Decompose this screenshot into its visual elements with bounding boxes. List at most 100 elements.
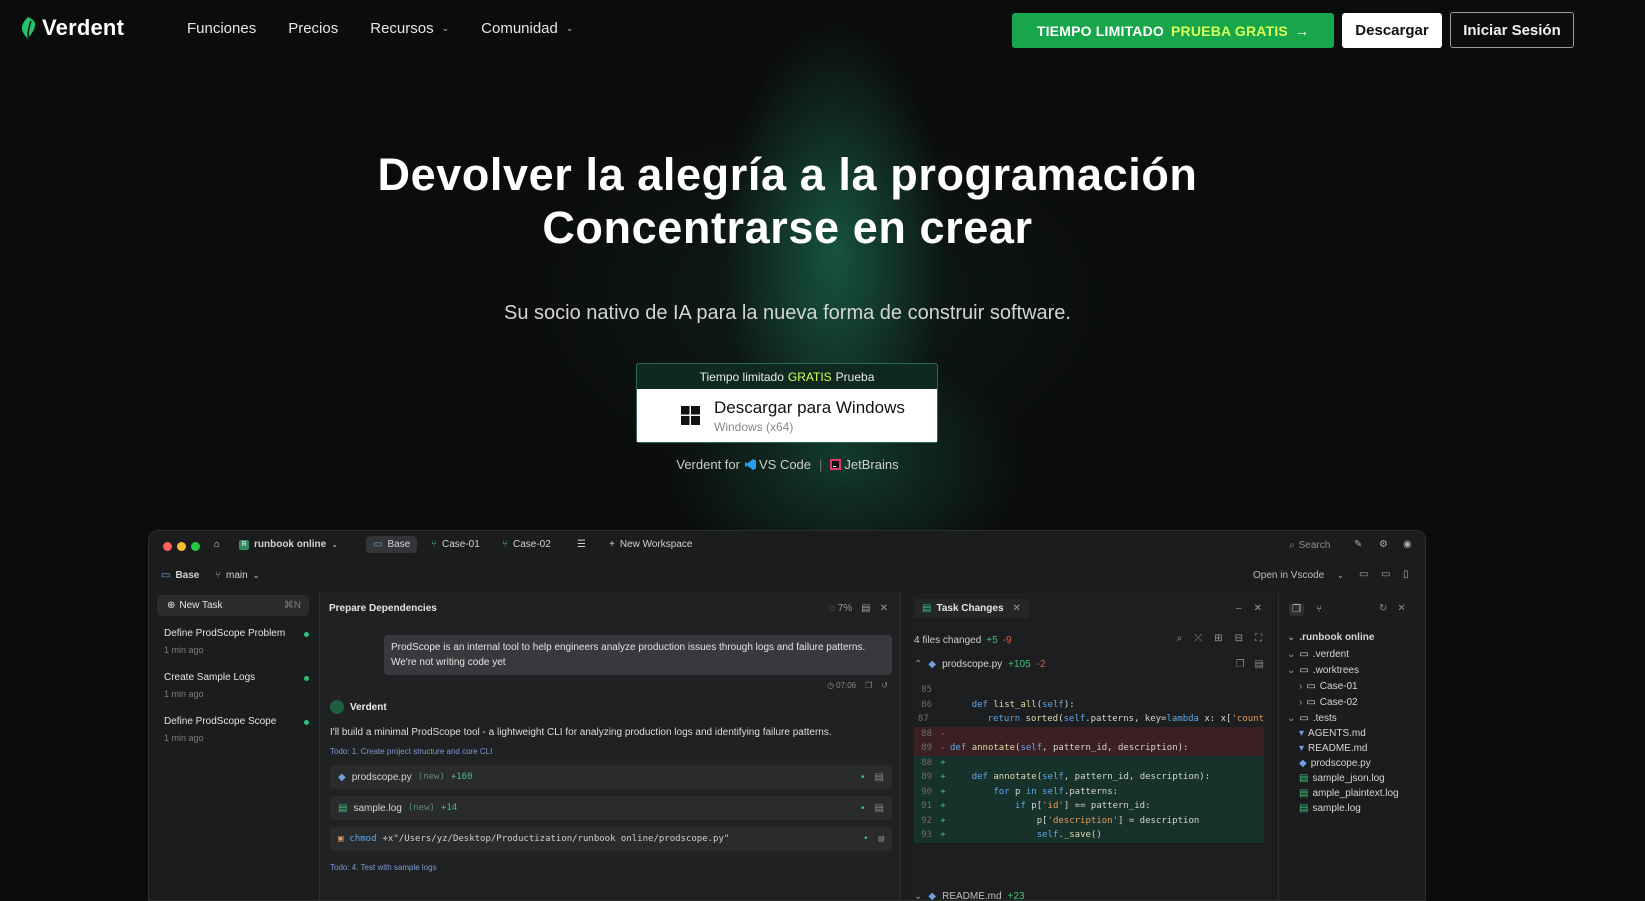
split-view-icon[interactable]: ⊞ (1214, 633, 1222, 644)
branch-label: main (226, 570, 248, 581)
workspace-selector[interactable]: R runbook online ⌄ (239, 539, 338, 550)
tree-file[interactable]: ▤ ample_plaintext.log (1299, 788, 1399, 799)
todo-note: Todo: 1. Create project structure and co… (330, 747, 493, 756)
workspace-name: runbook online (254, 539, 327, 550)
tab-task-changes[interactable]: ▤ Task Changes ✕ (914, 598, 1029, 618)
branch-selector[interactable]: ⑂ main ⌄ (215, 570, 259, 581)
login-button[interactable]: Iniciar Sesión (1450, 12, 1574, 48)
download-button[interactable]: Descargar (1342, 13, 1442, 48)
layout-top-icon[interactable]: ▭ (1359, 569, 1368, 580)
task-time: 1 min ago (164, 733, 204, 743)
jetbrains-link[interactable]: JetBrains (830, 457, 899, 472)
search-icon[interactable]: ⌕ (1177, 633, 1183, 644)
open-file-icon[interactable]: ▤ (875, 772, 884, 783)
chevron-up-icon: ⌃ (914, 659, 923, 670)
edit-icon[interactable]: ✎ (1354, 539, 1362, 550)
jetbrains-icon (830, 459, 842, 470)
new-task-button[interactable]: ⊕ New Task ⌘N (157, 595, 309, 616)
hero-title-line1: Devolver la alegría a la programación (377, 149, 1198, 200)
minimize-icon[interactable]: – (1236, 603, 1242, 614)
undo-icon[interactable]: ↺ (881, 681, 888, 690)
vscode-link[interactable]: VS Code (744, 457, 811, 472)
file-change-row[interactable]: ◆ prodscope.py (new) +160 • ▤ (330, 765, 892, 789)
open-file-icon[interactable]: ▤ (1255, 659, 1264, 670)
diff-file-header[interactable]: ⌄ ◆ README.md +23 (914, 891, 1025, 900)
agent-message: I'll build a minimal ProdScope tool - a … (330, 727, 832, 738)
minimize-window-dot[interactable] (177, 542, 186, 551)
total-removed: -9 (1002, 635, 1012, 646)
menu-icon[interactable]: ☰ (577, 539, 586, 550)
close-window-dot[interactable] (163, 542, 172, 551)
status-dot (304, 720, 309, 725)
tree-file[interactable]: ▤ sample_json.log (1299, 773, 1385, 784)
ide-prefix: Verdent for (676, 457, 740, 472)
refresh-icon[interactable]: ↻ (1379, 603, 1387, 614)
task-item[interactable]: Create Sample Logs 1 min ago (157, 672, 309, 699)
new-workspace-button[interactable]: + New Workspace (609, 539, 692, 550)
nav-link-comunidad[interactable]: Comunidad ⌄ (481, 20, 573, 37)
home-icon[interactable]: ⌂ (214, 539, 220, 550)
collapse-icon[interactable]: ⤫ (1194, 633, 1202, 644)
open-file-icon[interactable]: ▤ (875, 803, 884, 814)
close-icon[interactable]: ✕ (1013, 603, 1021, 614)
markdown-file-icon: ▾ (1299, 728, 1305, 739)
status-dot-icon: • (863, 834, 869, 844)
copy-icon[interactable]: ❐ (865, 681, 872, 690)
tree-file[interactable]: ▾ AGENTS.md (1299, 728, 1366, 739)
command-args: +x"/Users/yz/Desktop/Productization/runb… (382, 834, 730, 844)
tab-case-02[interactable]: ⑂ Case-02 (502, 539, 551, 550)
python-file-icon: ◆ (338, 771, 346, 783)
status-dot (304, 676, 309, 681)
unified-view-icon[interactable]: ⊟ (1235, 633, 1243, 644)
tree-folder[interactable]: ⌄ ▭ .verdent (1287, 649, 1349, 660)
tab-label: Case-02 (513, 539, 551, 550)
code-line-added: 93 + self._save() (914, 828, 1264, 843)
close-icon[interactable]: ✕ (1397, 603, 1405, 614)
gear-icon[interactable]: ⚙ (1379, 539, 1388, 550)
layout-bottom-icon[interactable]: ▭ (1381, 569, 1390, 580)
tree-folder[interactable]: ⌄ ▭ .worktrees (1287, 665, 1359, 676)
account-icon[interactable]: ◉ (1403, 539, 1412, 550)
download-windows-button[interactable]: Descargar para Windows Windows (x64) (637, 389, 937, 442)
file-tag: (new) (417, 772, 445, 782)
tree-label: README.md (1308, 743, 1368, 754)
brand-logo[interactable]: Verdent (20, 15, 124, 41)
files-icon[interactable]: ❐ (1289, 603, 1304, 616)
task-item[interactable]: Define ProdScope Scope 1 min ago (157, 716, 309, 743)
tab-base[interactable]: ▭ Base (366, 536, 418, 553)
code-line-added: 90 + for p in self.patterns: (914, 784, 1264, 799)
task-item[interactable]: Define ProdScope Problem 1 min ago (157, 628, 309, 655)
tree-file[interactable]: ◆ prodscope.py (1299, 758, 1371, 769)
folder-selector[interactable]: ▭ Base (161, 570, 199, 581)
open-in-editor-select[interactable]: Open in Vscode ⌄ (1253, 570, 1344, 581)
file-change-row[interactable]: ▤ sample.log (new) +14 • ▤ (330, 796, 892, 820)
expand-icon[interactable]: ⛶ (1255, 633, 1262, 644)
close-icon[interactable]: ✕ (880, 603, 888, 614)
tree-folder[interactable]: › ▭ Case-01 (1299, 681, 1358, 692)
branch-icon[interactable]: ⑂ (1316, 604, 1322, 615)
tree-folder[interactable]: ⌄ ▭ .tests (1287, 713, 1337, 724)
command-row[interactable]: ▣ chmod +x"/Users/yz/Desktop/Productizat… (330, 827, 892, 851)
top-navigation: Verdent Funciones Precios Recursos ⌄ Comu… (0, 0, 1645, 60)
tree-file[interactable]: ▾ README.md (1299, 743, 1367, 754)
copy-icon[interactable]: ❐ (1236, 659, 1245, 670)
free-trial-button[interactable]: TIEMPO LIMITADO PRUEBA GRATIS → (1012, 13, 1334, 48)
search-field[interactable]: ⌕ Search (1289, 540, 1330, 551)
tree-root[interactable]: ⌄ .runbook online (1287, 632, 1374, 643)
tab-case-01[interactable]: ⑂ Case-01 (431, 539, 480, 550)
diff-removed: -2 (1036, 659, 1046, 670)
todo-note: Todo: 4. Test with sample logs (330, 863, 437, 872)
open-file-icon[interactable]: ▤ (879, 834, 884, 844)
task-title: Create Sample Logs (164, 672, 256, 683)
nav-link-precios[interactable]: Precios (288, 20, 338, 37)
nav-link-funciones[interactable]: Funciones (187, 20, 256, 37)
nav-link-recursos[interactable]: Recursos ⌄ (370, 20, 449, 37)
tree-folder[interactable]: › ▭ Case-02 (1299, 697, 1358, 708)
status-dot-icon: • (861, 802, 865, 814)
diff-file-header[interactable]: ⌃ ◆ prodscope.py +105 -2 ❐ ▤ (914, 659, 1264, 670)
maximize-window-dot[interactable] (191, 542, 200, 551)
document-icon[interactable]: ▤ (861, 603, 870, 614)
close-icon[interactable]: ✕ (1254, 603, 1262, 614)
tree-file[interactable]: ▤ sample.log (1299, 803, 1361, 814)
layout-side-icon[interactable]: ▯ (1403, 569, 1409, 580)
